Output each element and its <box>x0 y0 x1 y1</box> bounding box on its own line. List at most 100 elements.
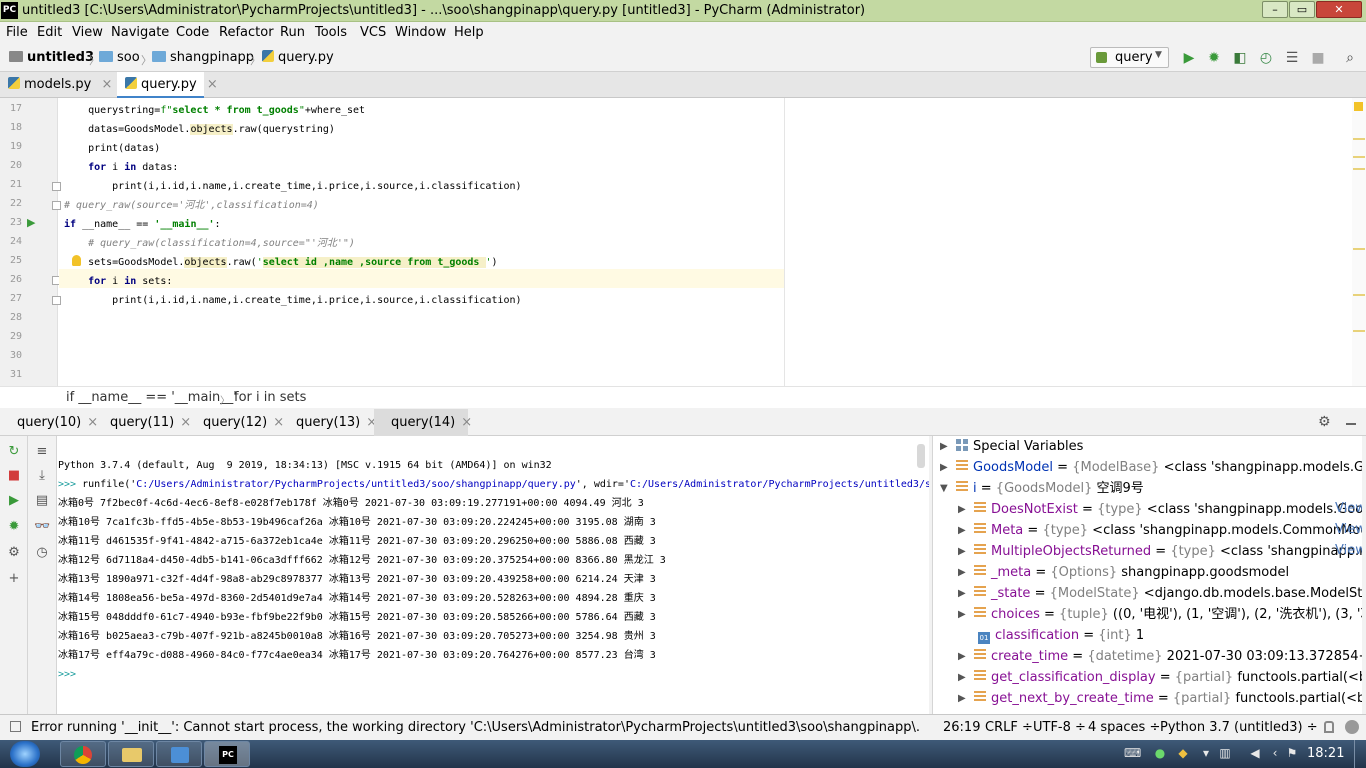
warning-marker[interactable] <box>1353 294 1365 296</box>
expand-arrow-icon[interactable]: ▶ <box>958 562 966 583</box>
action-center-icon[interactable]: ⚑ <box>1285 746 1299 760</box>
expand-arrow-icon[interactable]: ▶ <box>958 583 966 604</box>
taskbar-chrome[interactable] <box>60 741 106 767</box>
close-button[interactable]: ✕ <box>1316 1 1362 18</box>
lock-icon[interactable] <box>1324 721 1334 733</box>
tab-query-14[interactable]: query(14) × <box>374 409 472 436</box>
var-row-meta[interactable]: ▶ Meta = {type} <class 'shangpinapp.model… <box>958 520 1366 541</box>
expand-arrow-icon[interactable]: ▶ <box>958 604 966 625</box>
breadcrumb-project[interactable]: untitled3 <box>9 50 94 65</box>
menu-vcs[interactable]: VCS <box>360 25 386 40</box>
menu-window[interactable]: Window <box>395 25 446 40</box>
tab-query-10[interactable]: query(10) × <box>0 409 98 436</box>
var-row-get-next-by-create-time[interactable]: ▶ get_next_by_create_time = {partial} fun… <box>958 688 1366 709</box>
collapse-arrow-icon[interactable]: ▼ <box>940 478 948 499</box>
taskbar-clock[interactable]: 18:21 <box>1307 746 1344 761</box>
add-icon[interactable]: + <box>6 571 22 587</box>
menu-file[interactable]: File <box>6 25 28 40</box>
var-row-goodsmodel[interactable]: ▶ GoodsModel = {ModelBase} <class 'shangp… <box>940 457 1366 478</box>
tab-models-py[interactable]: models.py × <box>0 72 116 98</box>
history-icon[interactable]: ◷ <box>34 545 50 561</box>
var-row-doesnotexist[interactable]: ▶ DoesNotExist = {type} <class 'shangpina… <box>958 499 1366 520</box>
volume-icon[interactable]: ◀ <box>1248 746 1262 760</box>
line-separator[interactable]: CRLF ÷ <box>985 720 1033 735</box>
inspector-icon[interactable] <box>1345 720 1359 734</box>
minimize-button[interactable]: – <box>1262 1 1288 18</box>
warning-marker[interactable] <box>1353 168 1365 170</box>
var-row-meta-options[interactable]: ▶ _meta = {Options} shangpinapp.goodsmode… <box>958 562 1289 583</box>
profile-icon[interactable]: ◴ <box>1258 50 1274 66</box>
console-scrollbar[interactable] <box>917 444 925 468</box>
debug-icon[interactable]: ✹ <box>6 519 22 535</box>
menu-edit[interactable]: Edit <box>37 25 62 40</box>
warning-marker[interactable] <box>1353 330 1365 332</box>
chevron-down-icon[interactable]: ▾ <box>1199 746 1213 760</box>
file-encoding[interactable]: UTF-8 ÷ <box>1033 720 1086 735</box>
menu-tools[interactable]: Tools <box>315 25 347 40</box>
breadcrumb-soo[interactable]: soo <box>99 50 140 65</box>
code-editor[interactable]: 17 18 19 20 21 22 23 24 25 26 27 28 29 3… <box>0 98 1366 386</box>
warning-marker[interactable] <box>1353 156 1365 158</box>
show-variables-icon[interactable]: 👓 <box>34 519 50 535</box>
chevron-left-icon[interactable]: ‹ <box>1268 746 1282 760</box>
concurrency-icon[interactable]: ☰ <box>1284 50 1300 66</box>
menu-help[interactable]: Help <box>454 25 484 40</box>
expand-arrow-icon[interactable]: ▶ <box>940 457 948 478</box>
menu-refactor[interactable]: Refactor <box>219 25 274 40</box>
breadcrumb-if-main[interactable]: if __name__ == '__main__' <box>66 390 237 405</box>
search-icon[interactable]: ⌕ <box>1342 50 1358 66</box>
expand-arrow-icon[interactable]: ▶ <box>958 646 966 667</box>
maximize-button[interactable]: ▭ <box>1289 1 1315 18</box>
expand-arrow-icon[interactable]: ▶ <box>958 499 966 520</box>
var-row-i[interactable]: ▼ i = {GoodsModel} 空调9号 <box>940 478 1144 499</box>
var-row-state[interactable]: ▶ _state = {ModelState} <django.db.models… <box>958 583 1366 604</box>
menu-code[interactable]: Code <box>176 25 209 40</box>
fold-icon[interactable] <box>52 201 61 210</box>
console-prompt[interactable]: >>> <box>58 665 76 684</box>
caret-position[interactable]: 26:19 <box>943 720 980 735</box>
settings-icon[interactable]: ⚙ <box>6 545 22 561</box>
menu-run[interactable]: Run <box>280 25 305 40</box>
start-button-icon[interactable] <box>10 741 40 767</box>
python-interpreter[interactable]: Python 3.7 (untitled3) ÷ <box>1160 720 1318 735</box>
wdir-link[interactable]: C:/Users/Administrator/PycharmProjects/u… <box>630 479 929 490</box>
breadcrumb-file[interactable]: query.py <box>262 50 334 65</box>
shield-icon[interactable]: ◆ <box>1176 746 1190 760</box>
runfile-path-link[interactable]: C:/Users/Administrator/PycharmProjects/u… <box>136 479 576 490</box>
tab-query-py[interactable]: query.py × <box>117 72 218 98</box>
expand-arrow-icon[interactable]: ▶ <box>958 688 966 709</box>
expand-arrow-icon[interactable]: ▶ <box>958 520 966 541</box>
rerun-icon[interactable]: ↻ <box>6 444 22 460</box>
tab-query-13[interactable]: query(13) × <box>279 409 377 436</box>
warning-marker[interactable] <box>1353 138 1365 140</box>
close-tab-icon[interactable]: × <box>461 415 472 430</box>
indent-setting[interactable]: 4 spaces ÷ <box>1088 720 1160 735</box>
wechat-icon[interactable]: ● <box>1153 746 1167 760</box>
gear-icon[interactable]: ⚙ <box>1318 414 1331 430</box>
taskbar-explorer[interactable] <box>108 741 154 767</box>
run-with-coverage-icon[interactable]: ◧ <box>1232 50 1248 66</box>
run-icon[interactable]: ▶ <box>1181 50 1197 66</box>
run-gutter-icon[interactable]: ▶ <box>27 216 35 229</box>
var-row-multipleobjectsreturned[interactable]: ▶ MultipleObjectsReturned = {type} <class… <box>958 541 1366 562</box>
tab-query-11[interactable]: query(11) × <box>93 409 191 436</box>
status-message[interactable]: Error running '__init__': Cannot start p… <box>31 720 921 735</box>
taskbar-app[interactable] <box>156 741 202 767</box>
close-tab-icon[interactable]: × <box>207 77 218 92</box>
expand-arrow-icon[interactable]: ▶ <box>958 667 966 688</box>
debug-icon[interactable]: ✹ <box>1206 50 1222 66</box>
tab-query-12[interactable]: query(12) × <box>186 409 284 436</box>
close-tab-icon[interactable]: × <box>101 77 112 92</box>
fold-icon[interactable] <box>52 296 61 305</box>
hide-panel-icon[interactable] <box>1346 423 1356 425</box>
run-config-dropdown[interactable]: query ▼ <box>1090 47 1169 68</box>
var-row-choices[interactable]: ▶ choices = {tuple} ((0, '电视'), (1, '空调')… <box>958 604 1366 625</box>
taskbar-pycharm[interactable]: PC <box>204 741 250 767</box>
keyboard-icon[interactable]: ⌨ <box>1124 746 1141 760</box>
var-row-create-time[interactable]: ▶ create_time = {datetime} 2021-07-30 03:… <box>958 646 1366 667</box>
python-console[interactable]: Python 3.7.4 (default, Aug 9 2019, 18:34… <box>57 436 929 714</box>
fold-icon[interactable] <box>52 182 61 191</box>
show-desktop-button[interactable] <box>1354 740 1366 768</box>
toggle-tool-windows-icon[interactable] <box>10 721 21 732</box>
var-row-special[interactable]: ▶ Special Variables <box>940 436 1083 457</box>
